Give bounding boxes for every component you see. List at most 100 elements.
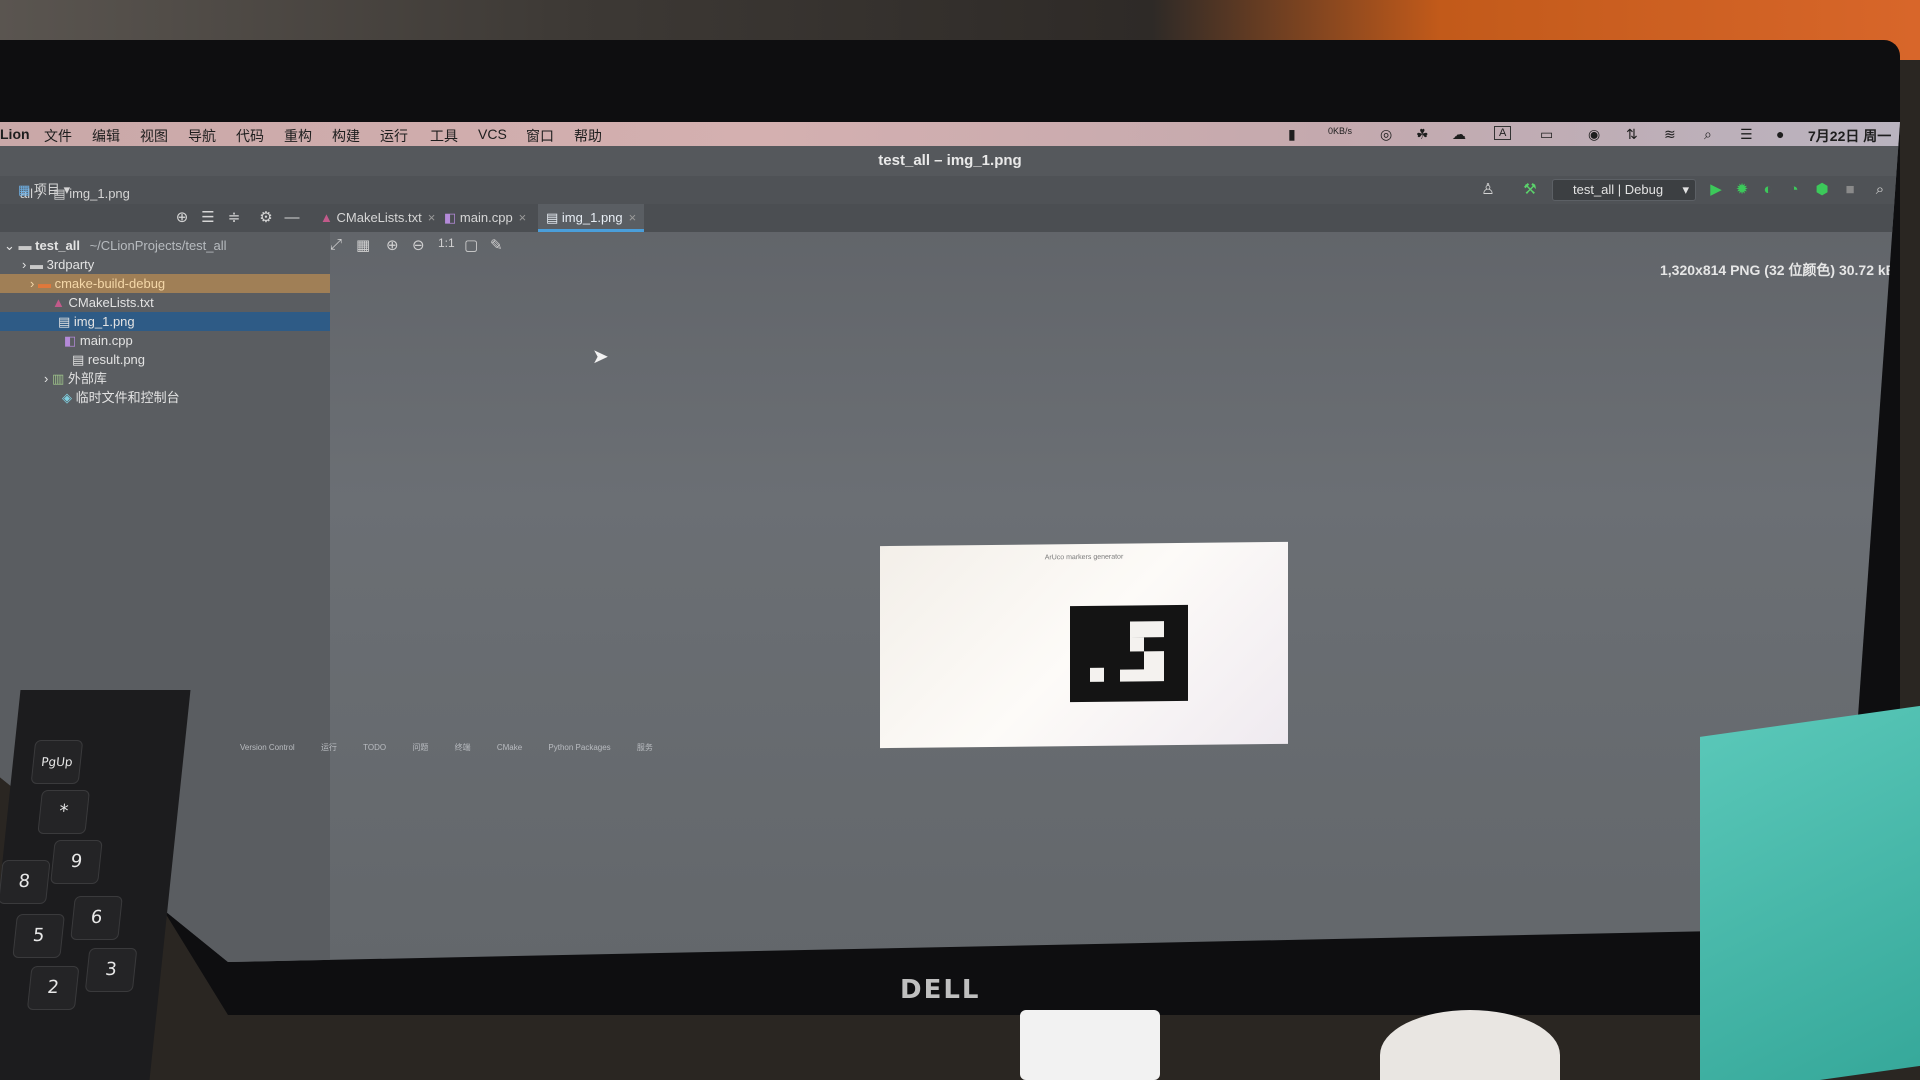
key-6: 6 — [70, 896, 123, 940]
build-hammer-icon[interactable]: ⚒ — [1520, 180, 1540, 200]
tool-window-services[interactable]: 服务 — [637, 743, 653, 752]
project-panel-header[interactable]: ▦ 项目 ▾ — [0, 176, 80, 204]
expand-all-icon[interactable]: ☰ — [198, 208, 218, 228]
color-picker-icon[interactable]: ✎ — [490, 236, 503, 254]
menu-navigate[interactable]: 导航 — [188, 126, 216, 146]
tool-window-version-control[interactable]: Version Control — [240, 743, 295, 752]
close-icon[interactable]: × — [428, 210, 436, 225]
tree-item-label: result.png — [87, 352, 146, 367]
cluster-icon[interactable]: ☘ — [1416, 126, 1429, 143]
project-panel-title: 项目 — [33, 182, 60, 197]
coverage-icon[interactable]: ◐ — [1758, 180, 1778, 200]
key-5: 5 — [12, 914, 65, 958]
search-everywhere-icon[interactable]: ⌕ — [1870, 180, 1890, 200]
tree-item-scratches[interactable]: ◈ 临时文件和控制台 — [0, 388, 330, 407]
account-icon[interactable]: ♙ — [1478, 180, 1498, 200]
run-configuration-select[interactable]: test_all | Debug ▾ — [1552, 179, 1696, 201]
tree-item-cmake-build-debug[interactable]: › ▬ cmake-build-debug — [0, 274, 330, 293]
compass-icon[interactable]: ◎ — [1380, 126, 1392, 143]
tab-cmakelists[interactable]: ▲ CMakeLists.txt × — [312, 204, 443, 232]
menu-window[interactable]: 窗口 — [526, 126, 554, 146]
tool-window-python-packages[interactable]: Python Packages — [548, 743, 610, 752]
battery-status-icon[interactable]: ▮ — [1288, 126, 1296, 143]
attach-icon[interactable]: ⬢ — [1812, 180, 1832, 200]
tree-item-cmakelists[interactable]: ▲ CMakeLists.txt — [0, 293, 330, 312]
user-icon[interactable]: ◉ — [1588, 126, 1600, 143]
tab-main-cpp[interactable]: ◧ main.cpp × — [436, 204, 534, 232]
battery-icon[interactable]: ▭ — [1540, 126, 1553, 143]
input-method-indicator[interactable]: A — [1494, 126, 1512, 140]
tool-window-run[interactable]: 运行 — [321, 743, 337, 752]
menu-tools[interactable]: 工具 — [430, 126, 458, 146]
tree-root-name: test_all — [35, 238, 80, 253]
menu-build[interactable]: 构建 — [332, 126, 360, 146]
zoom-out-icon[interactable]: ⊖ — [412, 236, 425, 254]
tree-item-3rdparty[interactable]: › ▬ 3rdparty — [0, 255, 330, 274]
tree-item-external-libraries[interactable]: › ▥ 外部库 — [0, 369, 330, 388]
editor-tab-strip: ▦ 项目 ▾ ⊕ ☰ ≑ ⚙ — ▲ CMakeLists.txt × ◧ mai… — [0, 182, 1900, 232]
close-icon[interactable]: × — [519, 210, 527, 225]
tool-window-terminal[interactable]: 终端 — [455, 743, 471, 752]
keyboard-numpad: PgUp * 9 8 5 6 2 3 — [0, 690, 191, 1080]
vpn-icon[interactable]: ⇅ — [1626, 126, 1638, 143]
collapse-all-icon[interactable]: ≑ — [224, 208, 244, 228]
menu-help[interactable]: 帮助 — [574, 126, 602, 146]
siri-icon[interactable]: ● — [1776, 126, 1784, 142]
background-icon[interactable]: ▢ — [464, 236, 478, 254]
tree-item-label: cmake-build-debug — [54, 276, 166, 291]
wifi-icon[interactable]: ≋ — [1664, 126, 1676, 143]
menu-edit[interactable]: 编辑 — [92, 126, 120, 146]
close-icon[interactable]: × — [629, 210, 637, 225]
folder-icon: ▬ — [18, 238, 32, 253]
chevron-down-icon: ▾ — [63, 182, 71, 197]
hide-panel-icon[interactable]: — — [282, 208, 302, 228]
tool-window-problems[interactable]: 问题 — [412, 743, 428, 752]
debug-icon[interactable]: ✹ — [1732, 180, 1752, 200]
tree-item-label: img_1.png — [73, 314, 135, 329]
tree-item-main-cpp[interactable]: ◧ main.cpp — [0, 331, 330, 350]
cmake-icon: ▲ — [320, 210, 333, 225]
project-icon: ▦ — [18, 182, 31, 197]
tab-label: img_1.png — [561, 210, 623, 225]
menu-code[interactable]: 代码 — [236, 126, 264, 146]
tab-img-1-png[interactable]: ▤ img_1.png × — [538, 204, 645, 232]
menu-vcs[interactable]: VCS — [478, 126, 507, 142]
tree-item-result-png[interactable]: ▤ result.png — [0, 350, 330, 369]
tree-item-label: 3rdparty — [46, 257, 95, 272]
menu-file[interactable]: 文件 — [44, 126, 72, 146]
scratches-icon: ◈ — [62, 390, 72, 405]
menu-app-name[interactable]: Lion — [0, 126, 30, 142]
gear-icon[interactable]: ⚙ — [256, 208, 276, 228]
menu-view[interactable]: 视图 — [140, 126, 168, 146]
network-speed: 0KB/s — [1328, 126, 1353, 136]
key-asterisk: * — [37, 790, 90, 834]
run-icon[interactable]: ▶ — [1706, 180, 1726, 200]
chevron-right-icon: › — [44, 371, 49, 386]
control-center-icon[interactable]: ☰ — [1740, 126, 1753, 143]
tree-root-path: ~/CLionProjects/test_all — [89, 238, 227, 253]
tree-root[interactable]: ⌄ ▬ test_all ~/CLionProjects/test_all — [0, 236, 330, 255]
menubar: Lion 文件 编辑 视图 导航 代码 重构 构建 运行 工具 VCS 窗口 帮… — [0, 122, 1900, 162]
image-file-icon: ▤ — [58, 314, 71, 329]
image-editor-toolbar: ⤢ ▦ ⊕ ⊖ 1:1 ▢ ✎ — [330, 234, 550, 258]
stop-icon[interactable]: ■ — [1840, 180, 1860, 200]
chevron-right-icon: › — [30, 276, 35, 291]
spotlight-search-icon[interactable]: ⌕ — [1704, 126, 1712, 143]
cmake-icon: ▲ — [52, 295, 65, 310]
tool-window-cmake[interactable]: CMake — [497, 743, 522, 752]
profile-icon[interactable]: ◔ — [1784, 180, 1804, 200]
tool-window-todo[interactable]: TODO — [363, 743, 386, 752]
grid-icon[interactable]: ▦ — [356, 236, 370, 254]
tree-item-img-1-png[interactable]: ▤ img_1.png — [0, 312, 330, 331]
select-opened-file-icon[interactable]: ⊕ — [172, 208, 192, 228]
window-title: test_all – img_1.png — [0, 146, 1900, 176]
menu-run[interactable]: 运行 — [380, 126, 408, 146]
fit-to-window-icon[interactable]: ⤢ — [330, 236, 342, 253]
wechat-icon[interactable]: ☁ — [1452, 126, 1466, 143]
barcode-sticker — [1020, 1010, 1160, 1080]
chevron-down-icon: ⌄ — [4, 238, 15, 253]
zoom-in-icon[interactable]: ⊕ — [386, 236, 399, 254]
actual-size-icon[interactable]: 1:1 — [438, 236, 455, 250]
menu-refactor[interactable]: 重构 — [284, 126, 312, 146]
tree-item-label: 外部库 — [67, 371, 107, 386]
